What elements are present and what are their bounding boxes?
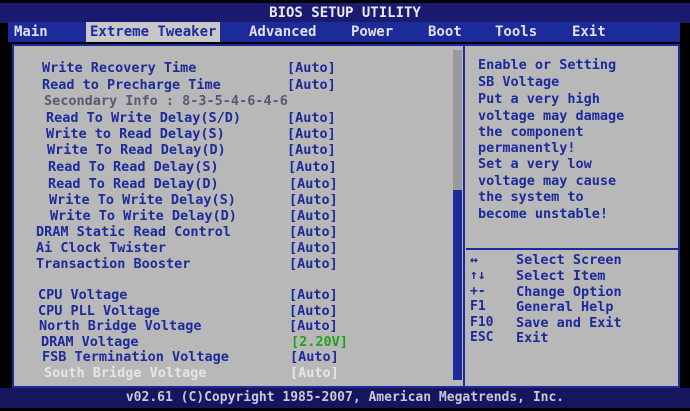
setting-write-to-write-delay-s[interactable]: Write To Write Delay(S) [Auto]: [49, 192, 338, 208]
setting-read-to-read-delay-s[interactable]: Read To Read Delay(S) [Auto]: [48, 159, 337, 175]
key-help-desc: Change Option: [516, 284, 622, 300]
setting-dram-voltage[interactable]: DRAM Voltage [2.20V]: [41, 334, 348, 350]
setting-south-bridge-voltage[interactable]: South Bridge Voltage [Auto]: [44, 365, 339, 381]
key-help-desc: Select Item: [516, 268, 606, 284]
setting-label: Write Recovery Time: [42, 60, 197, 76]
setting-label: North Bridge Voltage: [39, 318, 202, 334]
tab-boot[interactable]: Boot: [428, 22, 462, 42]
tab-tools[interactable]: Tools: [495, 22, 537, 42]
copyright-footer: v02.61 (C)Copyright 1985-2007, American …: [0, 388, 690, 408]
tab-main[interactable]: Main: [14, 22, 48, 42]
setting-label: Read to Precharge Time: [42, 77, 221, 93]
setting-write-to-read-delay-d[interactable]: Write To Read Delay(D) [Auto]: [47, 142, 336, 158]
setting-value[interactable]: [Auto]: [289, 224, 338, 240]
settings-scrollbar[interactable]: [453, 50, 462, 380]
setting-dram-static-read-control[interactable]: DRAM Static Read Control [Auto]: [36, 224, 338, 240]
setting-label: Transaction Booster: [36, 256, 191, 272]
help-separator: [466, 248, 678, 250]
tab-exit[interactable]: Exit: [572, 22, 606, 42]
setting-value[interactable]: [Auto]: [289, 303, 338, 319]
key-esc: ESC: [470, 330, 494, 345]
scrollbar-thumb[interactable]: [453, 190, 462, 380]
setting-label: South Bridge Voltage: [44, 365, 207, 381]
setting-label: CPU Voltage: [38, 287, 128, 303]
plus-minus-icon: +-: [470, 284, 486, 299]
setting-value[interactable]: [Auto]: [287, 77, 336, 93]
key-f10: F10: [470, 315, 494, 330]
panel-divider: [463, 46, 465, 386]
setting-read-to-write-delay-sd[interactable]: Read To Write Delay(S/D) [Auto]: [46, 110, 336, 126]
setting-label: DRAM Voltage: [41, 334, 139, 350]
setting-read-to-precharge-time[interactable]: Read to Precharge Time [Auto]: [42, 77, 336, 93]
bios-title: BIOS SETUP UTILITY: [0, 3, 690, 23]
key-help-desc: Exit: [516, 330, 549, 346]
setting-value[interactable]: [Auto]: [289, 318, 338, 334]
help-text-line: Set a very low: [478, 156, 592, 172]
settings-panel: Write Recovery Time [Auto] Read to Prech…: [12, 44, 680, 388]
setting-value[interactable]: [Auto]: [287, 60, 336, 76]
setting-label: Write to Read Delay(S): [46, 126, 225, 142]
setting-label: Read To Write Delay(S/D): [46, 110, 242, 126]
help-text-line: Enable or Setting: [478, 57, 617, 73]
menu-bar: Main Extreme Tweaker Advanced Power Boot…: [8, 22, 680, 42]
setting-ai-clock-twister[interactable]: Ai Clock Twister [Auto]: [36, 240, 338, 256]
setting-value[interactable]: [Auto]: [287, 110, 336, 126]
key-help-desc: Select Screen: [516, 252, 622, 268]
setting-cpu-voltage[interactable]: CPU Voltage [Auto]: [38, 287, 338, 303]
setting-value[interactable]: [Auto]: [289, 208, 338, 224]
left-right-arrow-icon: ↔: [470, 253, 478, 268]
help-text-line: Put a very high: [478, 91, 600, 107]
setting-value[interactable]: [Auto]: [287, 142, 336, 158]
help-text-line: the system to: [478, 189, 584, 205]
tab-power[interactable]: Power: [351, 22, 393, 42]
setting-value[interactable]: [Auto]: [287, 126, 336, 142]
setting-label: Write To Write Delay(S): [49, 192, 236, 208]
setting-read-to-read-delay-d[interactable]: Read To Read Delay(D) [Auto]: [48, 176, 338, 192]
setting-label: Read To Read Delay(D): [48, 176, 219, 192]
help-text-line: voltage may cause: [478, 173, 617, 189]
help-text-line: permanently!: [478, 140, 576, 156]
setting-write-recovery-time[interactable]: Write Recovery Time [Auto]: [42, 60, 336, 76]
tab-extreme-tweaker[interactable]: Extreme Tweaker: [86, 22, 221, 42]
setting-value[interactable]: [Auto]: [289, 287, 338, 303]
secondary-info-label: Secondary Info : 8-3-5-4-6-4-6: [44, 93, 288, 109]
key-f1: F1: [470, 299, 486, 314]
setting-value[interactable]: [Auto]: [289, 176, 338, 192]
setting-write-to-read-delay-s[interactable]: Write to Read Delay(S) [Auto]: [46, 126, 336, 142]
up-down-arrow-icon: ↑↓: [470, 268, 486, 283]
setting-value[interactable]: [Auto]: [290, 349, 339, 365]
help-text-line: SB Voltage: [478, 74, 560, 90]
setting-north-bridge-voltage[interactable]: North Bridge Voltage [Auto]: [39, 318, 338, 334]
key-help-desc: General Help: [516, 299, 614, 315]
setting-label: Write To Write Delay(D): [50, 208, 237, 224]
setting-value[interactable]: [2.20V]: [291, 334, 348, 350]
setting-value[interactable]: [Auto]: [289, 256, 338, 272]
setting-label: Write To Read Delay(D): [47, 142, 226, 158]
setting-transaction-booster[interactable]: Transaction Booster [Auto]: [36, 256, 338, 272]
setting-fsb-termination-voltage[interactable]: FSB Termination Voltage [Auto]: [42, 349, 339, 365]
help-text-line: become unstable!: [478, 206, 609, 222]
setting-label: FSB Termination Voltage: [42, 349, 229, 365]
setting-label: CPU PLL Voltage: [38, 303, 160, 319]
key-help-desc: Save and Exit: [516, 315, 622, 331]
setting-value[interactable]: [Auto]: [289, 240, 338, 256]
setting-write-to-write-delay-d[interactable]: Write To Write Delay(D) [Auto]: [50, 208, 338, 224]
setting-value[interactable]: [Auto]: [288, 159, 337, 175]
tab-advanced[interactable]: Advanced: [249, 22, 316, 42]
help-text-line: voltage may damage: [478, 108, 625, 124]
setting-label: DRAM Static Read Control: [36, 224, 232, 240]
help-text-line: the component: [478, 124, 584, 140]
setting-value[interactable]: [Auto]: [289, 192, 338, 208]
setting-label: Ai Clock Twister: [36, 240, 167, 256]
setting-cpu-pll-voltage[interactable]: CPU PLL Voltage [Auto]: [38, 303, 338, 319]
setting-value[interactable]: [Auto]: [290, 365, 339, 381]
setting-label: Read To Read Delay(S): [48, 159, 219, 175]
secondary-info: Secondary Info : 8-3-5-4-6-4-6: [44, 93, 288, 109]
